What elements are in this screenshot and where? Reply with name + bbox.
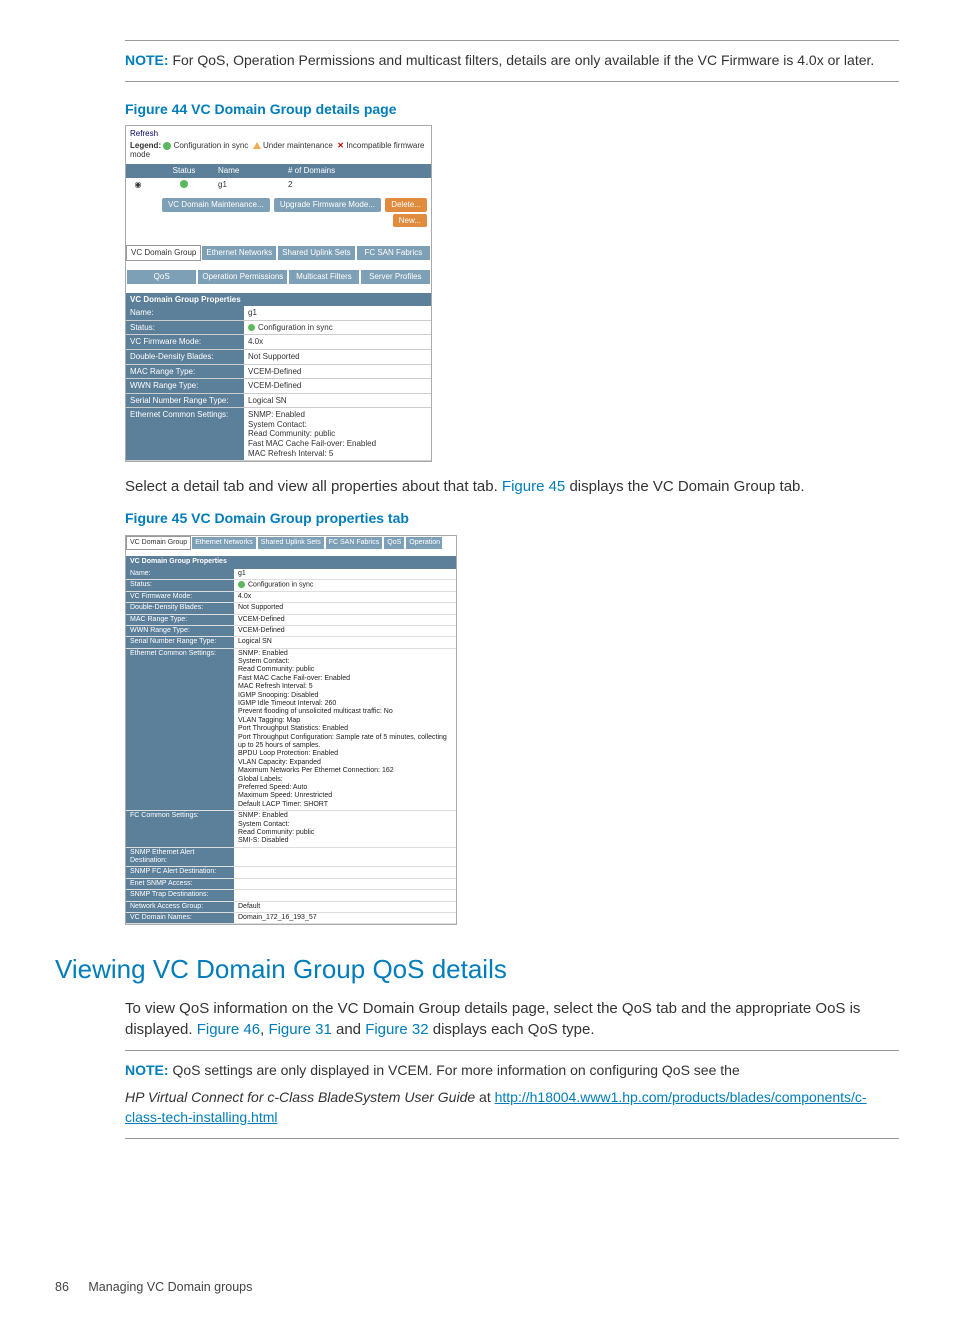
link-figure-31[interactable]: Figure 31 (268, 1021, 331, 1038)
page-number: 86 (55, 1280, 69, 1294)
note-box-1: NOTE: For QoS, Operation Permissions and… (125, 40, 899, 82)
new-button: New... (393, 214, 427, 228)
paragraph-1: Select a detail tab and view all propert… (125, 476, 899, 497)
fig44-props-table: Name:g1 Status:Configuration in sync VC … (126, 306, 431, 461)
guide-title: HP Virtual Connect for c-Class BladeSyst… (125, 1089, 475, 1105)
link-figure-32[interactable]: Figure 32 (365, 1021, 428, 1038)
note-label: NOTE: (125, 52, 169, 68)
link-figure-46[interactable]: Figure 46 (197, 1021, 260, 1038)
maint-button: VC Domain Maintenance... (162, 198, 270, 212)
figure-45-title: Figure 45 VC Domain Group properties tab (125, 509, 899, 529)
delete-button: Delete... (385, 198, 427, 212)
heading-qos-details: Viewing VC Domain Group QoS details (55, 951, 899, 987)
link-figure-45[interactable]: Figure 45 (502, 478, 565, 495)
paragraph-2: To view QoS information on the VC Domain… (125, 998, 899, 1040)
figure-44-screenshot: Refresh Legend: Configuration in sync Un… (125, 125, 432, 462)
footer-text: Managing VC Domain groups (88, 1280, 252, 1294)
page-footer: 86 Managing VC Domain groups (55, 1279, 899, 1297)
legend: Legend: Configuration in sync Under main… (126, 139, 431, 164)
note-text: For QoS, Operation Permissions and multi… (172, 52, 874, 68)
note-label: NOTE: (125, 1062, 169, 1078)
note-text: QoS settings are only displayed in VCEM.… (172, 1062, 739, 1078)
upgrade-button: Upgrade Firmware Mode... (274, 198, 381, 212)
figure-44-title: Figure 44 VC Domain Group details page (125, 100, 899, 120)
refresh-link: Refresh (126, 126, 431, 139)
figure-45-screenshot: VC Domain Group Ethernet Networks Shared… (125, 535, 457, 926)
note-box-2: NOTE: QoS settings are only displayed in… (125, 1050, 899, 1139)
